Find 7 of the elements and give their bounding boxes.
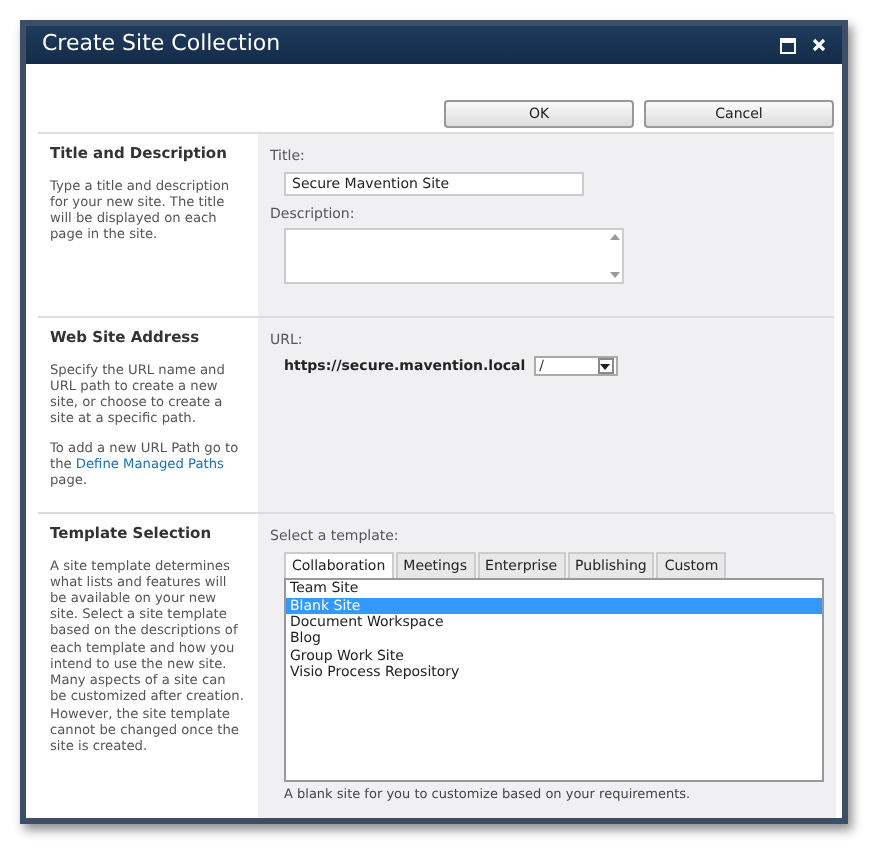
scroll-down-icon[interactable] xyxy=(609,272,619,279)
description-field[interactable] xyxy=(284,228,624,285)
dropdown-arrow-icon[interactable] xyxy=(597,358,614,375)
scroll-up-icon[interactable] xyxy=(609,234,619,241)
window-title: Create Site Collection xyxy=(42,28,281,61)
maximize-icon[interactable] xyxy=(780,37,796,54)
close-icon[interactable] xyxy=(812,38,826,53)
